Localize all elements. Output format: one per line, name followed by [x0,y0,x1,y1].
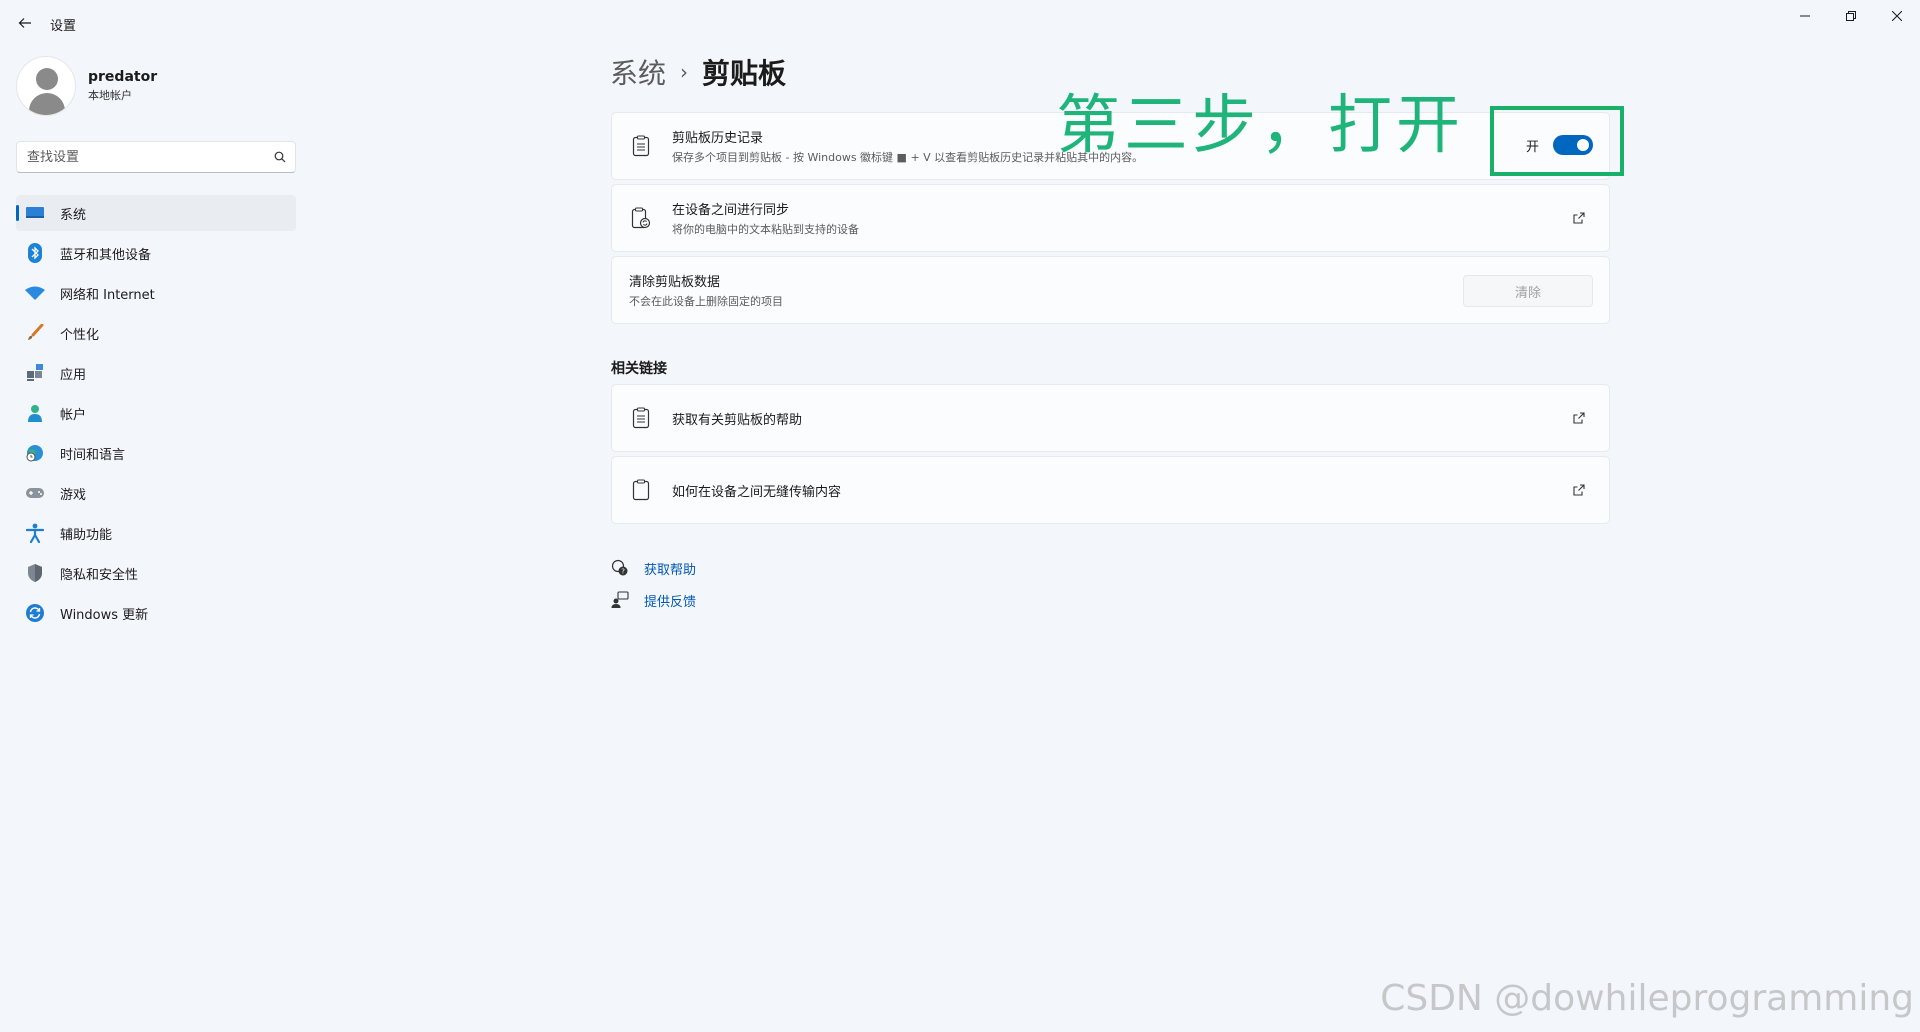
sidebar-item-accounts[interactable]: 帐户 [16,395,296,431]
breadcrumb-separator: › [680,60,689,84]
search-input[interactable] [17,149,265,165]
get-help-row: ? 获取帮助 [610,558,696,578]
search-icon[interactable] [265,151,295,163]
window-controls [1782,0,1920,32]
related-link-text: 如何在设备之间无缝传输内容 [672,481,1569,500]
apps-icon [24,362,46,384]
back-button[interactable] [12,10,38,36]
accessibility-icon [24,522,46,544]
sidebar-nav: 系统 蓝牙和其他设备 网络和 Internet 个性化 应用 帐户 时间和语言 … [16,195,296,635]
sidebar-item-apps[interactable]: 应用 [16,355,296,391]
sidebar-item-label: 帐户 [60,407,87,423]
clear-button[interactable]: 清除 [1463,275,1593,307]
paintbrush-icon [24,322,46,344]
sidebar-item-privacy[interactable]: 隐私和安全性 [16,555,296,591]
sidebar-item-label: Windows 更新 [60,607,149,623]
open-external-icon[interactable] [1569,208,1589,228]
clear-clipboard-card: 清除剪贴板数据 不会在此设备上删除固定的项目 清除 [611,256,1610,324]
clipboard-sync-icon [629,206,653,230]
svg-text:?: ? [621,567,625,575]
wifi-icon [24,282,46,304]
clear-clipboard-text: 清除剪贴板数据 不会在此设备上删除固定的项目 [629,271,1609,309]
sidebar-item-bluetooth[interactable]: 蓝牙和其他设备 [16,235,296,271]
related-link-label: 获取有关剪贴板的帮助 [672,412,803,428]
app-title: 设置 [50,19,77,34]
related-link-text: 获取有关剪贴板的帮助 [672,409,1569,428]
breadcrumb-parent[interactable]: 系统 [610,52,666,92]
close-button[interactable] [1874,0,1920,32]
sync-devices-card[interactable]: 在设备之间进行同步 将你的电脑中的文本粘贴到支持的设备 [611,184,1610,252]
feedback-icon [610,590,630,610]
title-bar: 设置 [0,0,1920,46]
minimize-button[interactable] [1782,0,1828,32]
update-icon [24,602,46,624]
sidebar-item-label: 个性化 [60,327,100,343]
sidebar-item-label: 蓝牙和其他设备 [60,247,152,263]
sidebar-item-label: 网络和 Internet [60,287,155,303]
sidebar-item-label: 隐私和安全性 [60,567,139,583]
restore-icon [1846,11,1856,21]
sidebar-item-label: 应用 [60,367,87,383]
clipboard-icon [629,478,653,502]
close-icon [1892,11,1902,21]
system-monitor-icon [24,202,46,224]
sidebar-item-system[interactable]: 系统 [16,195,296,231]
sync-devices-text: 在设备之间进行同步 将你的电脑中的文本粘贴到支持的设备 [672,199,1569,237]
page-title: 剪贴板 [702,57,787,90]
bluetooth-icon [24,242,46,264]
watermark: CSDN @dowhileprogramming [1380,978,1914,1019]
profile-name: predator [88,69,158,85]
minimize-icon [1800,15,1810,17]
clear-clipboard-subtitle: 不会在此设备上删除固定的项目 [629,295,783,308]
sidebar-item-label: 时间和语言 [60,447,126,463]
get-help-link[interactable]: 获取帮助 [644,559,696,578]
open-external-icon[interactable] [1569,408,1589,428]
annotation-step-text: 第三步，打开 [1056,89,1464,163]
sidebar-item-accessibility[interactable]: 辅助功能 [16,515,296,551]
avatar-head [36,68,58,90]
profile-account-type: 本地帐户 [88,89,132,102]
sidebar-item-network[interactable]: 网络和 Internet [16,275,296,311]
profile-text: predator 本地帐户 [88,69,157,103]
feedback-row: 提供反馈 [610,590,696,610]
feedback-link[interactable]: 提供反馈 [644,591,696,610]
open-external-icon[interactable] [1569,480,1589,500]
account-icon [24,402,46,424]
settings-window: 设置 predator 本地帐户 查找设置 系统 蓝牙和其他设备 网络和 Int… [0,0,1920,1032]
sync-devices-subtitle: 将你的电脑中的文本粘贴到支持的设备 [672,223,859,236]
breadcrumb: 系统 › 剪贴板 [610,52,786,92]
shield-icon [24,562,46,584]
sidebar-item-label: 系统 [60,207,87,223]
related-link-seamless-transfer[interactable]: 如何在设备之间无缝传输内容 [611,456,1610,524]
gamepad-icon [24,482,46,504]
sidebar-item-label: 游戏 [60,487,87,503]
clipboard-list-icon [629,134,653,158]
related-links-heading: 相关链接 [611,361,667,377]
restore-button[interactable] [1828,0,1874,32]
related-link-label: 如何在设备之间无缝传输内容 [672,484,842,500]
time-language-icon [24,442,46,464]
avatar [16,56,76,116]
help-chat-icon: ? [610,558,630,578]
sidebar-item-gaming[interactable]: 游戏 [16,475,296,511]
user-profile[interactable]: predator 本地帐户 [16,56,157,116]
avatar-body [29,93,65,115]
sidebar-item-time-language[interactable]: 时间和语言 [16,435,296,471]
sidebar-item-personalization[interactable]: 个性化 [16,315,296,351]
search-box [16,141,296,173]
sync-devices-title: 在设备之间进行同步 [672,203,790,218]
related-link-clipboard-help[interactable]: 获取有关剪贴板的帮助 [611,384,1610,452]
clear-clipboard-title: 清除剪贴板数据 [629,275,721,290]
back-arrow-icon [18,18,31,28]
clipboard-list-icon [629,406,653,430]
annotation-highlight-box [1490,106,1624,176]
sidebar-item-label: 辅助功能 [60,527,113,543]
sidebar-item-windows-update[interactable]: Windows 更新 [16,595,296,631]
